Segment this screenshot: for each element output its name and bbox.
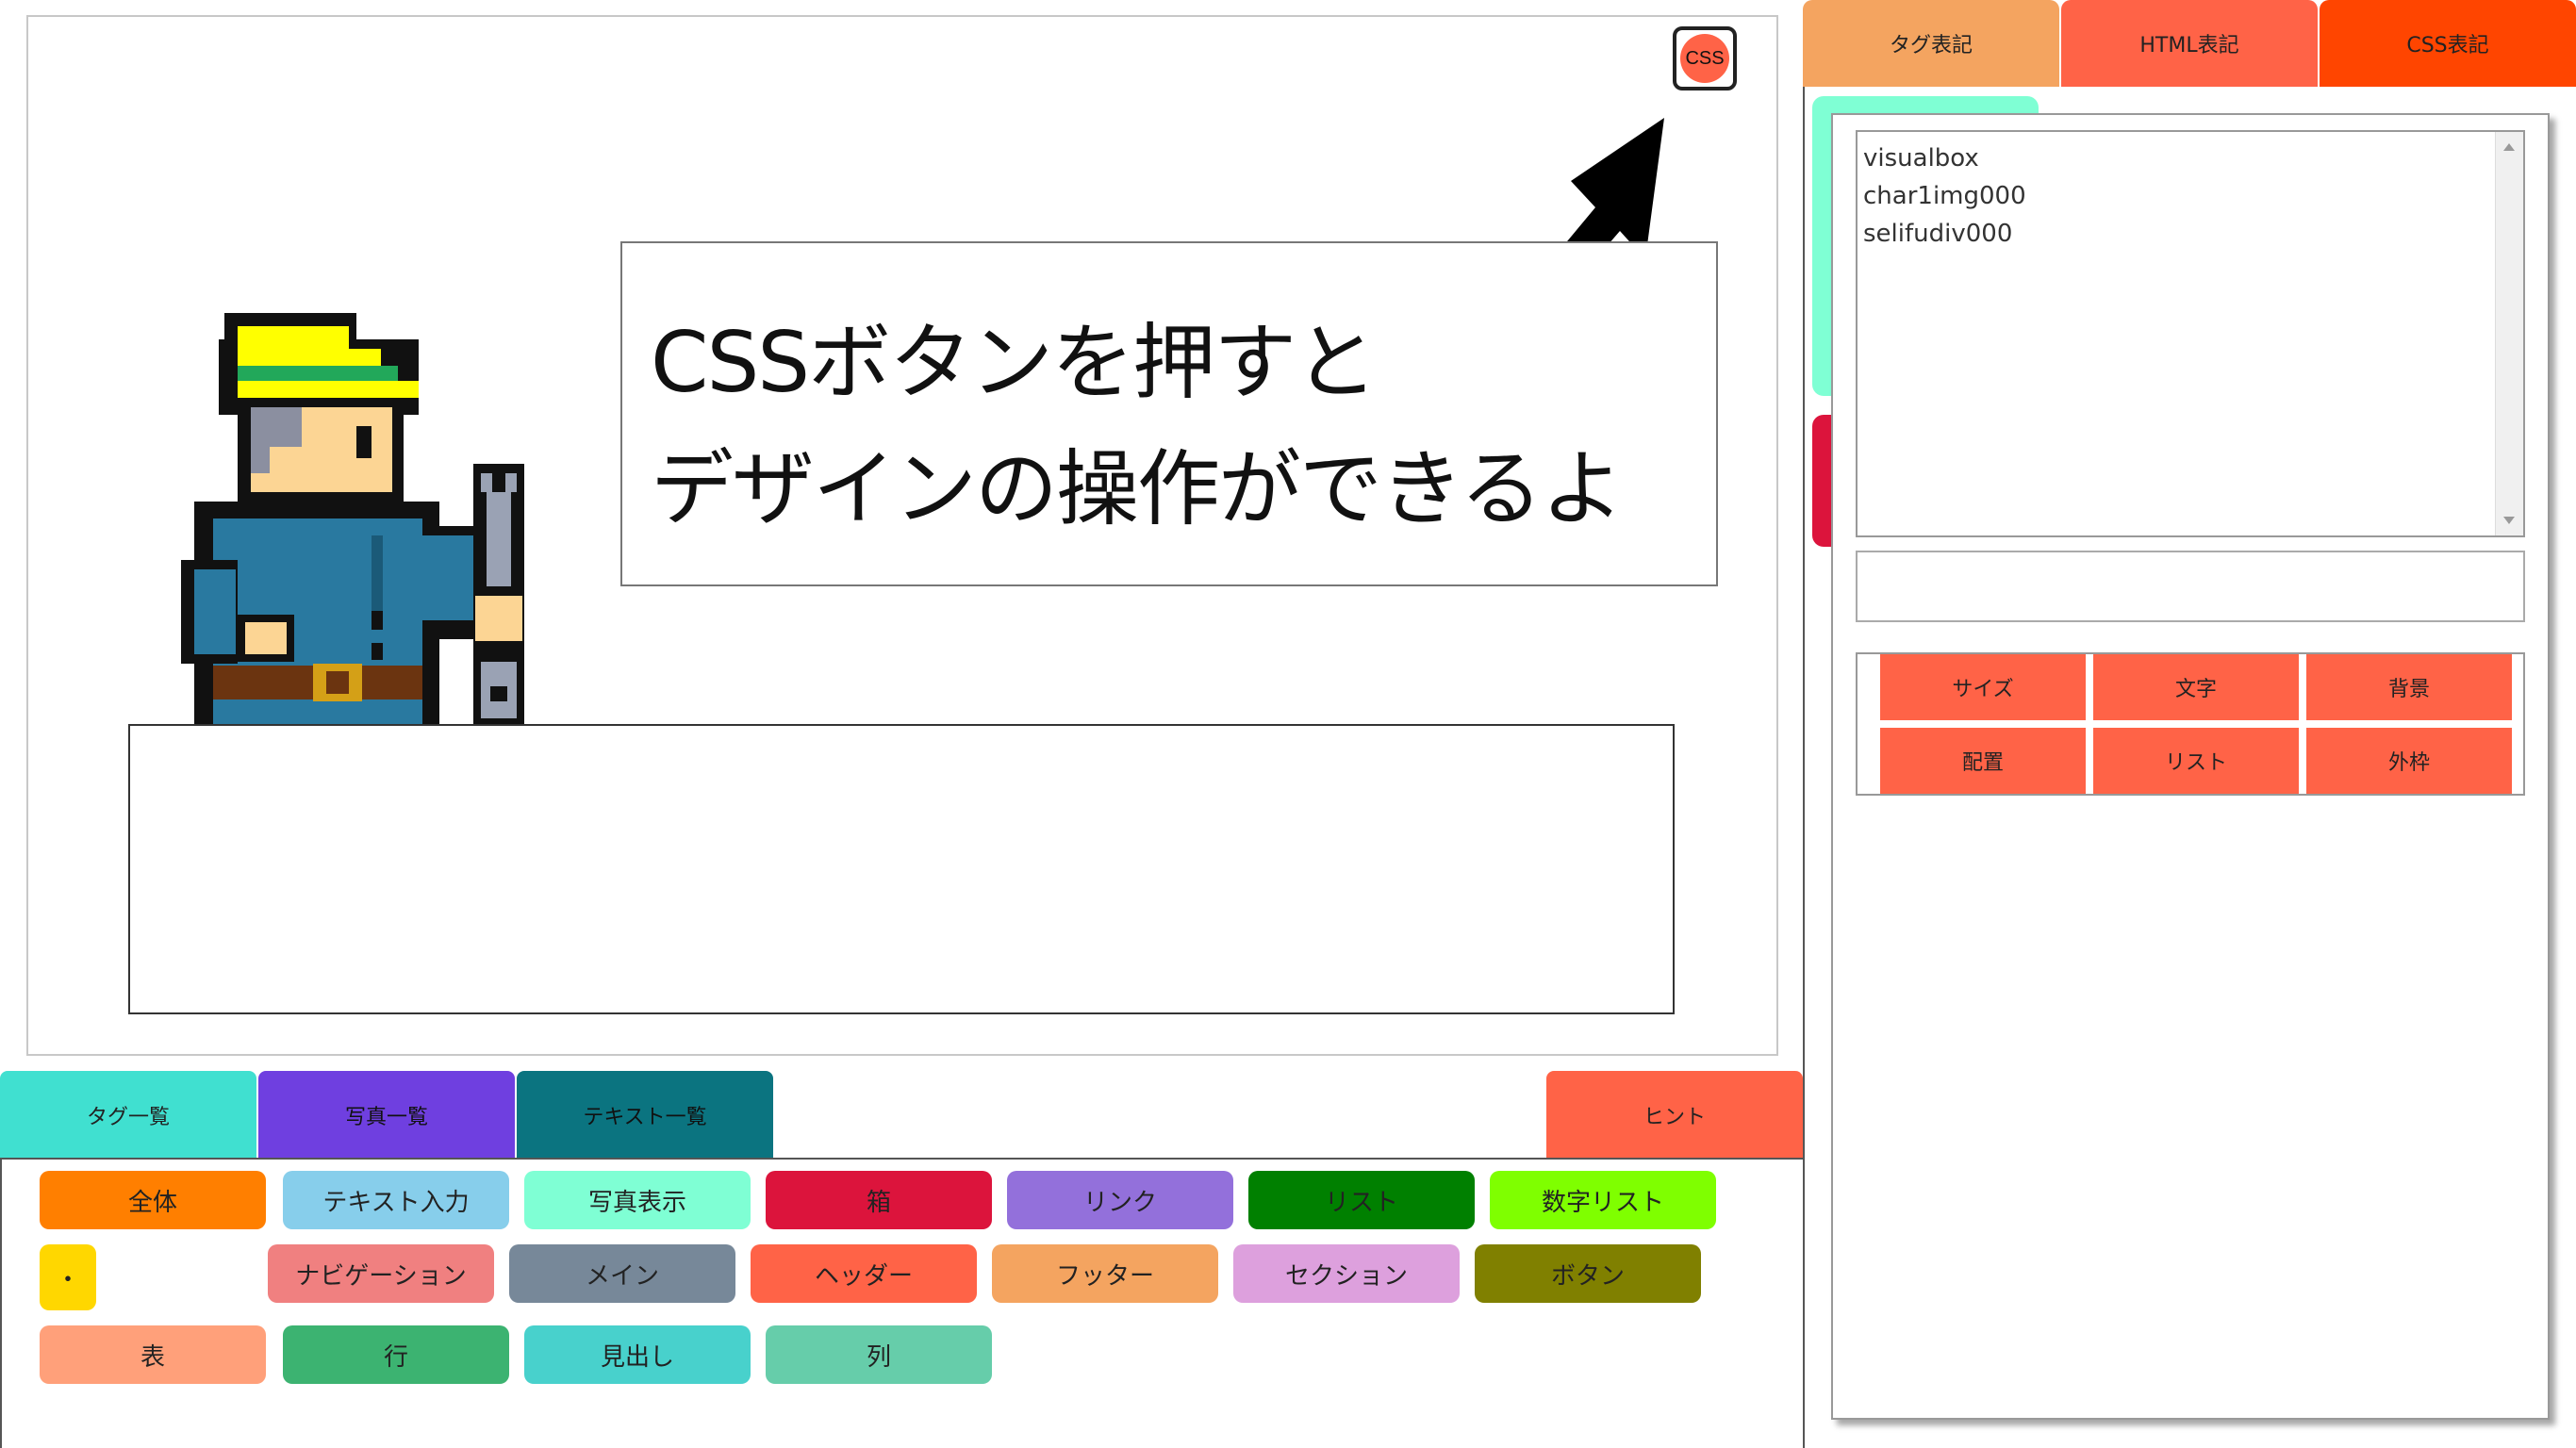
list-item[interactable]: selifudiv000: [1863, 215, 2518, 253]
tag-button-box[interactable]: 箱: [766, 1171, 992, 1229]
tag-button-list[interactable]: リスト: [1248, 1171, 1475, 1229]
tab-html-notation[interactable]: HTML表記: [2061, 0, 2318, 87]
tag-button-button[interactable]: ボタン: [1475, 1244, 1701, 1303]
tab-text-list[interactable]: テキスト一覧: [517, 1071, 773, 1160]
css-category-grid: サイズ 文字 背景 配置 リスト 外枠: [1856, 652, 2525, 796]
tag-button-header[interactable]: ヘッダー: [751, 1244, 977, 1303]
tag-button-heading[interactable]: 見出し: [524, 1325, 751, 1384]
scroll-up-icon[interactable]: [2503, 143, 2515, 151]
tag-button-column[interactable]: 列: [766, 1325, 992, 1384]
tab-tag-list[interactable]: タグ一覧: [0, 1071, 256, 1160]
tag-button-row[interactable]: 行: [283, 1325, 509, 1384]
css-button-label: CSS: [1680, 34, 1729, 83]
css-size-button[interactable]: サイズ: [1880, 654, 2086, 720]
listbox-scrollbar[interactable]: [2495, 132, 2523, 535]
element-listbox[interactable]: visualbox char1img000 selifudiv000: [1856, 130, 2525, 537]
css-text-button[interactable]: 文字: [2093, 654, 2299, 720]
tag-button-list-item[interactable]: ・: [40, 1244, 96, 1310]
tab-css-notation[interactable]: CSS表記: [2320, 0, 2576, 87]
speech-line-1: CSSボタンを押すと: [651, 314, 1378, 411]
tab-tag-notation[interactable]: タグ表記: [1803, 0, 2059, 87]
tag-palette: 全体 テキスト入力 写真表示 箱 リンク リスト 数字リスト ・ ナビゲーション…: [0, 1158, 1805, 1448]
text-display-box[interactable]: [128, 724, 1675, 1014]
tab-photo-list[interactable]: 写真一覧: [258, 1071, 515, 1160]
tag-button-main[interactable]: メイン: [509, 1244, 735, 1303]
tag-button-table[interactable]: 表: [40, 1325, 266, 1384]
tag-button-section[interactable]: セクション: [1233, 1244, 1460, 1303]
tag-button-ordered-list[interactable]: 数字リスト: [1490, 1171, 1716, 1229]
tab-hint[interactable]: ヒント: [1546, 1071, 1803, 1160]
tag-button-photo[interactable]: 写真表示: [524, 1171, 751, 1229]
tag-button-navigation[interactable]: ナビゲーション: [268, 1244, 494, 1303]
tag-button-link[interactable]: リンク: [1007, 1171, 1233, 1229]
list-item[interactable]: visualbox: [1863, 140, 2518, 177]
css-list-button[interactable]: リスト: [2093, 728, 2299, 794]
speech-line-2: デザインの操作ができるよ: [651, 440, 1624, 537]
css-button[interactable]: CSS: [1673, 26, 1737, 90]
tag-button-footer[interactable]: フッター: [992, 1244, 1218, 1303]
css-layout-button[interactable]: 配置: [1880, 728, 2086, 794]
speech-bubble: CSSボタンを押すと デザインの操作ができるよ: [620, 241, 1718, 586]
element-name-input[interactable]: [1856, 551, 2525, 622]
tag-button-text-input[interactable]: テキスト入力: [283, 1171, 509, 1229]
css-border-button[interactable]: 外枠: [2306, 728, 2512, 794]
scroll-down-icon[interactable]: [2503, 517, 2515, 524]
css-background-button[interactable]: 背景: [2306, 654, 2512, 720]
tag-button-all[interactable]: 全体: [40, 1171, 266, 1229]
list-item[interactable]: char1img000: [1863, 177, 2518, 215]
character-image[interactable]: [170, 313, 603, 724]
